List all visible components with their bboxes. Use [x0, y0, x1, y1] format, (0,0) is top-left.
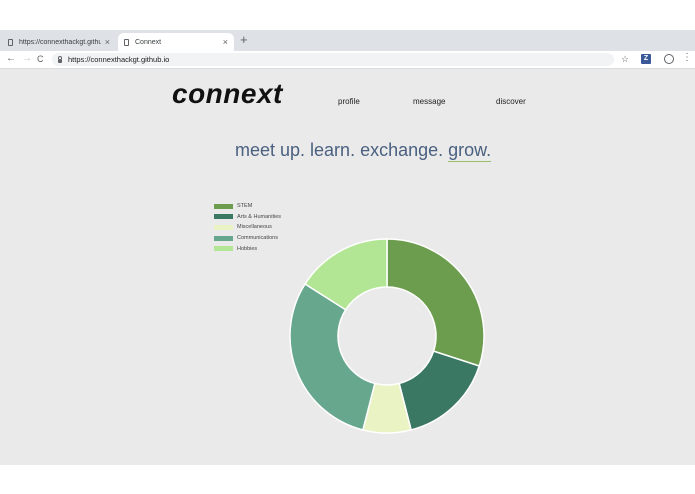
- donut-slice-communications[interactable]: [289, 282, 376, 431]
- nav-message[interactable]: message: [413, 97, 445, 106]
- url-text: https://connexthackgt.github.io: [68, 55, 170, 64]
- close-icon[interactable]: ×: [223, 37, 228, 47]
- legend-label: Hobbies: [237, 245, 258, 252]
- legend-item[interactable]: Arts & Humanities: [214, 212, 281, 223]
- tab-title: https://connexthackgt.github.i: [19, 38, 101, 46]
- screen-top-margin: [0, 0, 695, 30]
- legend-item[interactable]: Communications: [214, 233, 281, 244]
- site-logo[interactable]: connext: [172, 80, 283, 108]
- tab-inactive[interactable]: https://connexthackgt.github.i ×: [2, 33, 116, 51]
- back-button[interactable]: ←: [6, 52, 16, 66]
- address-bar[interactable]: https://connexthackgt.github.io: [52, 53, 614, 66]
- nav-profile[interactable]: profile: [338, 97, 360, 106]
- star-icon[interactable]: ☆: [621, 53, 629, 65]
- tagline-main: meet up. learn. exchange.: [235, 140, 449, 160]
- donut-slice-arts-humanities[interactable]: [398, 350, 481, 431]
- legend-label: Miscellaneous: [237, 224, 272, 231]
- extension-icon[interactable]: Z: [641, 54, 651, 64]
- legend-swatch: [214, 246, 233, 252]
- legend-item[interactable]: Hobbies: [214, 243, 281, 254]
- document-icon: [124, 38, 129, 46]
- nav-discover[interactable]: discover: [496, 97, 526, 106]
- donut-chart: [289, 238, 485, 434]
- legend-label: Arts & Humanities: [237, 213, 282, 220]
- document-icon: [8, 38, 13, 46]
- forward-button[interactable]: →: [22, 52, 32, 66]
- chart-legend: STEM Arts & Humanities Miscellaneous Com…: [214, 201, 281, 254]
- tab-title: Connext: [135, 38, 162, 46]
- legend-swatch: [214, 203, 233, 209]
- lock-icon: [58, 55, 62, 63]
- legend-swatch: [214, 224, 233, 230]
- legend-swatch: [214, 214, 233, 220]
- donut-slice-stem[interactable]: [386, 238, 485, 367]
- tab-active[interactable]: Connext ×: [118, 33, 234, 51]
- menu-icon[interactable]: ⋮: [682, 52, 692, 63]
- legend-swatch: [214, 235, 233, 241]
- new-tab-button[interactable]: +: [240, 33, 248, 46]
- legend-item[interactable]: STEM: [214, 201, 281, 212]
- screen-bottom-margin: [0, 465, 695, 494]
- legend-label: Communications: [237, 235, 278, 242]
- tagline: meet up. learn. exchange. grow.: [235, 140, 492, 162]
- close-icon[interactable]: ×: [105, 37, 110, 47]
- reload-button[interactable]: C: [37, 52, 44, 66]
- tagline-accent: grow.: [448, 140, 492, 162]
- account-icon[interactable]: [664, 54, 674, 64]
- legend-item[interactable]: Miscellaneous: [214, 222, 281, 233]
- legend-label: STEM: [237, 203, 253, 210]
